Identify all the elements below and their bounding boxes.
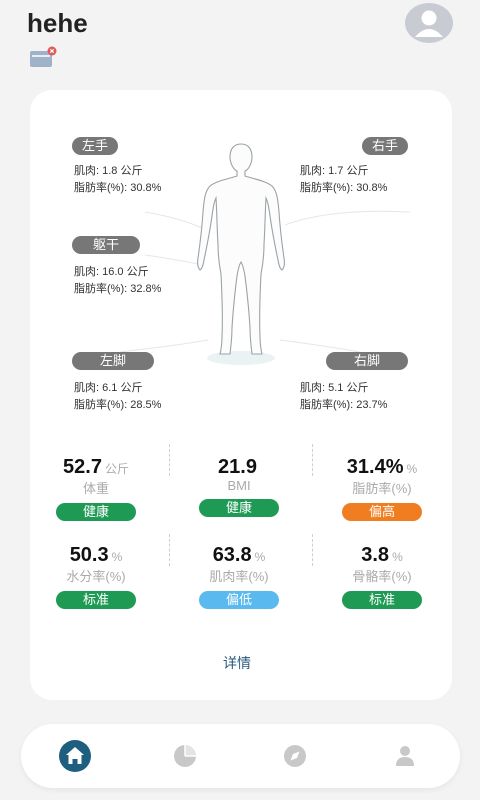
- page-title: hehe: [27, 8, 88, 38]
- human-body-icon: [197, 143, 285, 365]
- trunk-muscle: 肌肉: 16.0 公斤: [74, 266, 149, 278]
- metric-label: 水分率(%): [66, 569, 126, 584]
- avatar-icon: [415, 10, 443, 37]
- segment-pill-left-hand: 左手: [72, 137, 118, 155]
- tab-statistics[interactable]: [168, 739, 202, 773]
- status-badge: 偏高: [342, 503, 422, 521]
- metric-label: 体重: [82, 481, 109, 496]
- metric-weight[interactable]: 52.7 公斤 体重 健康: [37, 456, 155, 521]
- body-composition-card: 左手 肌肉: 1.8 公斤 脂肪率(%): 30.8% 右手 肌肉: 1.7 公…: [30, 90, 452, 700]
- right-foot-muscle: 肌肉: 5.1 公斤: [300, 382, 369, 394]
- status-badge: 健康: [56, 503, 136, 521]
- trunk-fat: 脂肪率(%): 32.8%: [74, 283, 162, 295]
- tab-home[interactable]: [58, 739, 92, 773]
- metric-bmi[interactable]: 21.9 BMI 健康: [180, 456, 298, 517]
- metric-unit: 公斤: [104, 462, 129, 476]
- left-foot-fat: 脂肪率(%): 28.5%: [74, 399, 162, 411]
- metric-value: 52.7: [63, 456, 102, 478]
- metric-unit: %: [111, 550, 123, 564]
- left-hand-fat: 脂肪率(%): 30.8%: [74, 182, 162, 194]
- status-badge: 健康: [199, 499, 279, 517]
- pie-chart-icon: [174, 745, 196, 767]
- status-badge: 偏低: [199, 591, 279, 609]
- metric-value: 21.9: [218, 456, 257, 478]
- segment-pill-left-foot: 左脚: [72, 352, 154, 370]
- metric-muscle[interactable]: 63.8% 肌肉率(%) 偏低: [180, 544, 298, 609]
- right-hand-muscle: 肌肉: 1.7 公斤: [300, 165, 369, 177]
- metric-divider: [169, 444, 171, 476]
- metric-value: 50.3: [69, 544, 109, 566]
- metric-divider: [312, 444, 314, 476]
- segment-pill-trunk: 躯干: [72, 236, 140, 254]
- metric-bone[interactable]: 3.8% 骨骼率(%) 标准: [323, 544, 441, 609]
- metric-label: 脂肪率(%): [352, 481, 412, 496]
- message-notification-button[interactable]: [29, 46, 57, 70]
- detail-link[interactable]: 详情: [223, 653, 251, 673]
- metric-label: 肌肉率(%): [209, 569, 269, 584]
- bottom-tab-bar: [21, 724, 460, 788]
- tab-discover[interactable]: [278, 739, 312, 773]
- metric-divider: [312, 534, 314, 566]
- user-icon: [396, 746, 414, 766]
- right-foot-fat: 脂肪率(%): 23.7%: [300, 399, 388, 411]
- right-hand-fat: 脂肪率(%): 30.8%: [300, 182, 388, 194]
- tab-profile[interactable]: [388, 739, 422, 773]
- left-foot-muscle: 肌肉: 6.1 公斤: [74, 382, 143, 394]
- metric-value: 31.4%: [346, 456, 404, 478]
- metric-unit: %: [254, 550, 266, 564]
- home-icon: [59, 740, 91, 772]
- segment-pill-right-foot: 右脚: [326, 352, 408, 370]
- metric-unit: %: [406, 462, 418, 476]
- compass-icon: [284, 745, 306, 767]
- left-hand-muscle: 肌肉: 1.8 公斤: [74, 165, 143, 177]
- metric-value: 63.8: [212, 544, 252, 566]
- metric-divider: [169, 534, 171, 566]
- metric-water[interactable]: 50.3% 水分率(%) 标准: [37, 544, 155, 609]
- metric-value: 3.8: [361, 544, 390, 566]
- status-badge: 标准: [56, 591, 136, 609]
- segment-pill-right-hand: 右手: [362, 137, 408, 155]
- metric-label: 骨骼率(%): [352, 569, 412, 584]
- metric-label: BMI: [227, 478, 251, 493]
- status-badge: 标准: [342, 591, 422, 609]
- metric-body-fat[interactable]: 31.4%% 脂肪率(%) 偏高: [323, 456, 441, 521]
- mail-icon: [30, 46, 57, 67]
- metric-unit: %: [392, 550, 403, 564]
- profile-avatar-button[interactable]: [405, 3, 453, 43]
